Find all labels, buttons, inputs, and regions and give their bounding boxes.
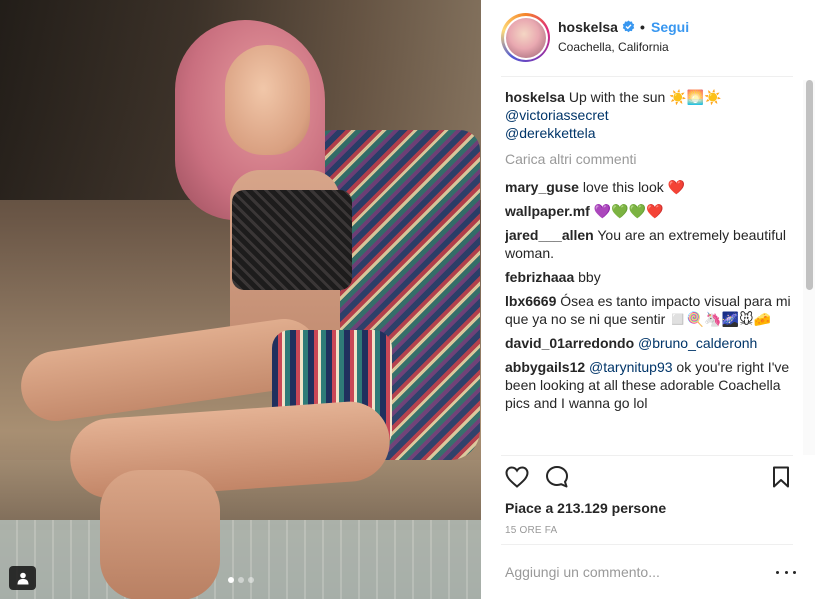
comments-scrollbar[interactable]	[803, 80, 815, 455]
photo-pool-water	[0, 520, 481, 599]
header-separator: •	[640, 19, 645, 35]
avatar-image	[505, 17, 546, 58]
comment-text: bby	[578, 269, 601, 285]
user-tag-button[interactable]	[9, 566, 36, 590]
verified-badge-icon	[622, 20, 635, 33]
list-item: mary_guse love this look ❤️	[505, 178, 797, 196]
comment-input[interactable]	[505, 560, 755, 584]
comment-username[interactable]: lbx6669	[505, 293, 556, 309]
more-options-icon	[784, 570, 788, 574]
caption: hoskelsa Up with the sun ☀️🌅☀️ @victoria…	[505, 88, 797, 142]
comments-list: hoskelsa Up with the sun ☀️🌅☀️ @victoria…	[505, 88, 797, 454]
post-photo[interactable]	[0, 0, 481, 599]
caption-mention[interactable]: @derekkettela	[505, 125, 595, 141]
heart-icon	[505, 466, 529, 488]
comment-username[interactable]: david_01arredondo	[505, 335, 634, 351]
list-item: wallpaper.mf 💜💚💚❤️	[505, 202, 797, 220]
photo-leg	[100, 470, 220, 599]
save-button[interactable]	[768, 464, 794, 490]
photo-lace-top	[232, 190, 352, 290]
comment-username[interactable]: febrizhaaa	[505, 269, 574, 285]
comment-mention[interactable]: @bruno_calderonh	[638, 335, 757, 351]
comment-username[interactable]: abbygails12	[505, 359, 585, 375]
like-button[interactable]	[504, 464, 530, 490]
comment-mention[interactable]: @tarynitup93	[589, 359, 672, 375]
more-options-icon	[793, 570, 796, 574]
user-tag-icon	[17, 572, 28, 585]
more-options-icon	[776, 570, 779, 574]
caption-text: Up with the sun ☀️🌅☀️	[568, 89, 722, 105]
post-side-panel: hoskelsa • Segui Coachella, California h…	[481, 0, 816, 599]
load-more-comments-button[interactable]: Carica altri commenti	[505, 150, 797, 168]
list-item: lbx6669 Ósea es tanto impacto visual par…	[505, 292, 797, 328]
post-header: hoskelsa • Segui Coachella, California	[481, 0, 816, 76]
caption-username[interactable]: hoskelsa	[505, 89, 565, 105]
likes-count[interactable]: Piace a 213.129 persone	[505, 500, 666, 516]
photo-face	[225, 45, 310, 155]
list-item: febrizhaaa bby	[505, 268, 797, 286]
comment-username[interactable]: jared___allen	[505, 227, 594, 243]
bookmark-icon	[773, 466, 789, 488]
avatar-border	[503, 15, 548, 60]
more-options-button[interactable]	[776, 564, 796, 580]
carousel-indicator	[228, 577, 254, 583]
location-link[interactable]: Coachella, California	[558, 40, 669, 54]
comment-text: love this look ❤️	[582, 179, 686, 195]
post-timestamp[interactable]: 15 ORE FA	[505, 525, 557, 536]
comment-username[interactable]: wallpaper.mf	[505, 203, 590, 219]
author-username[interactable]: hoskelsa	[558, 19, 618, 35]
divider	[501, 455, 793, 456]
carousel-dot[interactable]	[238, 577, 244, 583]
follow-button[interactable]: Segui	[651, 19, 689, 35]
divider	[501, 544, 793, 545]
comment-text: 💜💚💚❤️	[593, 203, 664, 219]
carousel-dot[interactable]	[228, 577, 234, 583]
divider	[501, 76, 793, 77]
caption-mention[interactable]: @victoriassecret	[505, 107, 609, 123]
list-item: david_01arredondo @bruno_calderonh	[505, 334, 797, 352]
speech-bubble-icon	[546, 466, 568, 488]
list-item: jared___allen You are an extremely beaut…	[505, 226, 797, 262]
carousel-dot[interactable]	[248, 577, 254, 583]
comment-button[interactable]	[544, 464, 570, 490]
list-item: abbygails12 @tarynitup93 ok you're right…	[505, 358, 797, 412]
scrollbar-thumb[interactable]	[806, 80, 813, 290]
avatar[interactable]	[501, 13, 550, 62]
comment-username[interactable]: mary_guse	[505, 179, 579, 195]
